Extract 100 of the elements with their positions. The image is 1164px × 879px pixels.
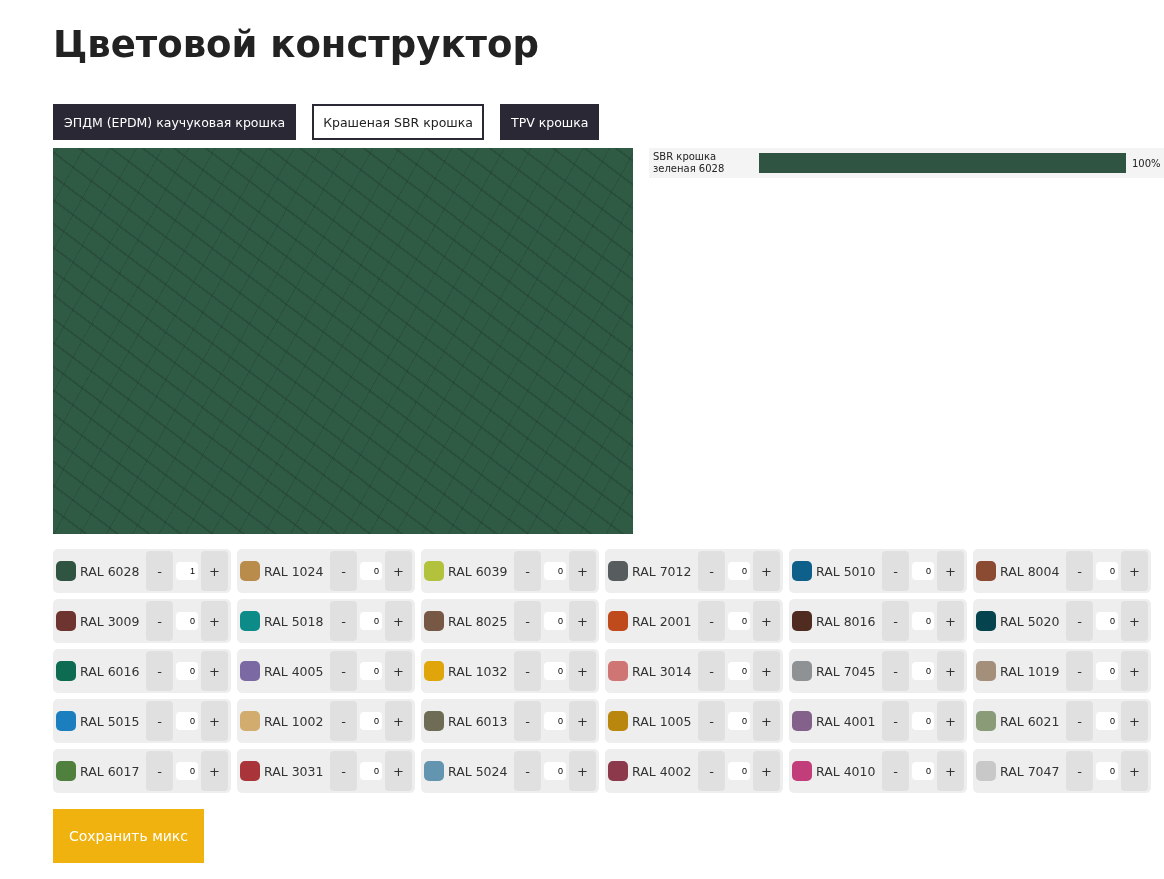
- increment-button[interactable]: +: [385, 551, 412, 591]
- quantity-field[interactable]: 0: [728, 712, 750, 730]
- color-label: RAL 1024: [264, 563, 325, 579]
- increment-button[interactable]: +: [937, 601, 964, 641]
- increment-button[interactable]: +: [937, 651, 964, 691]
- decrement-button[interactable]: -: [1066, 701, 1093, 741]
- decrement-button[interactable]: -: [330, 701, 357, 741]
- quantity-field[interactable]: 0: [912, 762, 934, 780]
- color-label: RAL 6013: [448, 713, 509, 729]
- increment-button[interactable]: +: [201, 751, 228, 791]
- decrement-button[interactable]: -: [146, 551, 173, 591]
- mix-percent: 100%: [1132, 157, 1160, 169]
- increment-button[interactable]: +: [1121, 751, 1148, 791]
- decrement-button[interactable]: -: [882, 601, 909, 641]
- quantity-field[interactable]: 0: [912, 562, 934, 580]
- quantity-field[interactable]: 0: [360, 712, 382, 730]
- quantity-field[interactable]: 0: [1096, 712, 1118, 730]
- increment-button[interactable]: +: [937, 751, 964, 791]
- increment-button[interactable]: +: [201, 701, 228, 741]
- increment-button[interactable]: +: [1121, 551, 1148, 591]
- decrement-button[interactable]: -: [698, 601, 725, 641]
- increment-button[interactable]: +: [569, 601, 596, 641]
- decrement-button[interactable]: -: [514, 651, 541, 691]
- increment-button[interactable]: +: [385, 701, 412, 741]
- increment-button[interactable]: +: [1121, 651, 1148, 691]
- decrement-button[interactable]: -: [146, 601, 173, 641]
- increment-button[interactable]: +: [385, 651, 412, 691]
- increment-button[interactable]: +: [753, 551, 780, 591]
- decrement-button[interactable]: -: [330, 551, 357, 591]
- quantity-field[interactable]: 0: [544, 712, 566, 730]
- quantity-field[interactable]: 0: [728, 612, 750, 630]
- decrement-button[interactable]: -: [514, 751, 541, 791]
- increment-button[interactable]: +: [569, 551, 596, 591]
- quantity-field[interactable]: 0: [176, 712, 198, 730]
- quantity-field[interactable]: 0: [728, 762, 750, 780]
- quantity-field[interactable]: 0: [544, 762, 566, 780]
- quantity-field[interactable]: 0: [176, 612, 198, 630]
- decrement-button[interactable]: -: [882, 751, 909, 791]
- decrement-button[interactable]: -: [514, 701, 541, 741]
- decrement-button[interactable]: -: [1066, 601, 1093, 641]
- quantity-field[interactable]: 0: [912, 662, 934, 680]
- quantity-field[interactable]: 0: [176, 662, 198, 680]
- decrement-button[interactable]: -: [698, 751, 725, 791]
- quantity-field[interactable]: 1: [176, 562, 198, 580]
- decrement-button[interactable]: -: [146, 701, 173, 741]
- color-label: RAL 1019: [1000, 663, 1061, 679]
- increment-button[interactable]: +: [753, 751, 780, 791]
- decrement-button[interactable]: -: [1066, 751, 1093, 791]
- decrement-button[interactable]: -: [514, 601, 541, 641]
- quantity-field[interactable]: 0: [728, 662, 750, 680]
- color-label: RAL 1005: [632, 713, 693, 729]
- decrement-button[interactable]: -: [698, 651, 725, 691]
- quantity-field[interactable]: 0: [728, 562, 750, 580]
- increment-button[interactable]: +: [201, 601, 228, 641]
- increment-button[interactable]: +: [569, 651, 596, 691]
- quantity-field[interactable]: 0: [544, 562, 566, 580]
- quantity-field[interactable]: 0: [360, 562, 382, 580]
- quantity-field[interactable]: 0: [360, 612, 382, 630]
- quantity-field[interactable]: 0: [1096, 762, 1118, 780]
- color-label: RAL 8004: [1000, 563, 1061, 579]
- decrement-button[interactable]: -: [514, 551, 541, 591]
- decrement-button[interactable]: -: [882, 551, 909, 591]
- decrement-button[interactable]: -: [330, 751, 357, 791]
- increment-button[interactable]: +: [753, 651, 780, 691]
- color-label: RAL 1032: [448, 663, 509, 679]
- material-tab[interactable]: ЭПДМ (EPDM) каучуковая крошка: [53, 104, 297, 140]
- quantity-field[interactable]: 0: [1096, 662, 1118, 680]
- quantity-field[interactable]: 0: [1096, 612, 1118, 630]
- quantity-field[interactable]: 0: [360, 662, 382, 680]
- decrement-button[interactable]: -: [1066, 651, 1093, 691]
- increment-button[interactable]: +: [753, 701, 780, 741]
- quantity-field[interactable]: 0: [544, 662, 566, 680]
- increment-button[interactable]: +: [201, 651, 228, 691]
- quantity-field[interactable]: 0: [360, 762, 382, 780]
- quantity-field[interactable]: 0: [912, 612, 934, 630]
- increment-button[interactable]: +: [753, 601, 780, 641]
- decrement-button[interactable]: -: [146, 651, 173, 691]
- decrement-button[interactable]: -: [698, 551, 725, 591]
- increment-button[interactable]: +: [1121, 601, 1148, 641]
- quantity-field[interactable]: 0: [912, 712, 934, 730]
- quantity-field[interactable]: 0: [544, 612, 566, 630]
- increment-button[interactable]: +: [201, 551, 228, 591]
- increment-button[interactable]: +: [937, 701, 964, 741]
- decrement-button[interactable]: -: [330, 601, 357, 641]
- increment-button[interactable]: +: [385, 601, 412, 641]
- decrement-button[interactable]: -: [882, 701, 909, 741]
- quantity-field[interactable]: 0: [1096, 562, 1118, 580]
- material-tab[interactable]: TPV крошка: [500, 104, 600, 140]
- decrement-button[interactable]: -: [882, 651, 909, 691]
- increment-button[interactable]: +: [937, 551, 964, 591]
- increment-button[interactable]: +: [569, 701, 596, 741]
- quantity-field[interactable]: 0: [176, 762, 198, 780]
- decrement-button[interactable]: -: [146, 751, 173, 791]
- material-tab[interactable]: Крашеная SBR крошка: [312, 104, 484, 140]
- increment-button[interactable]: +: [569, 751, 596, 791]
- decrement-button[interactable]: -: [1066, 551, 1093, 591]
- decrement-button[interactable]: -: [330, 651, 357, 691]
- increment-button[interactable]: +: [385, 751, 412, 791]
- increment-button[interactable]: +: [1121, 701, 1148, 741]
- decrement-button[interactable]: -: [698, 701, 725, 741]
